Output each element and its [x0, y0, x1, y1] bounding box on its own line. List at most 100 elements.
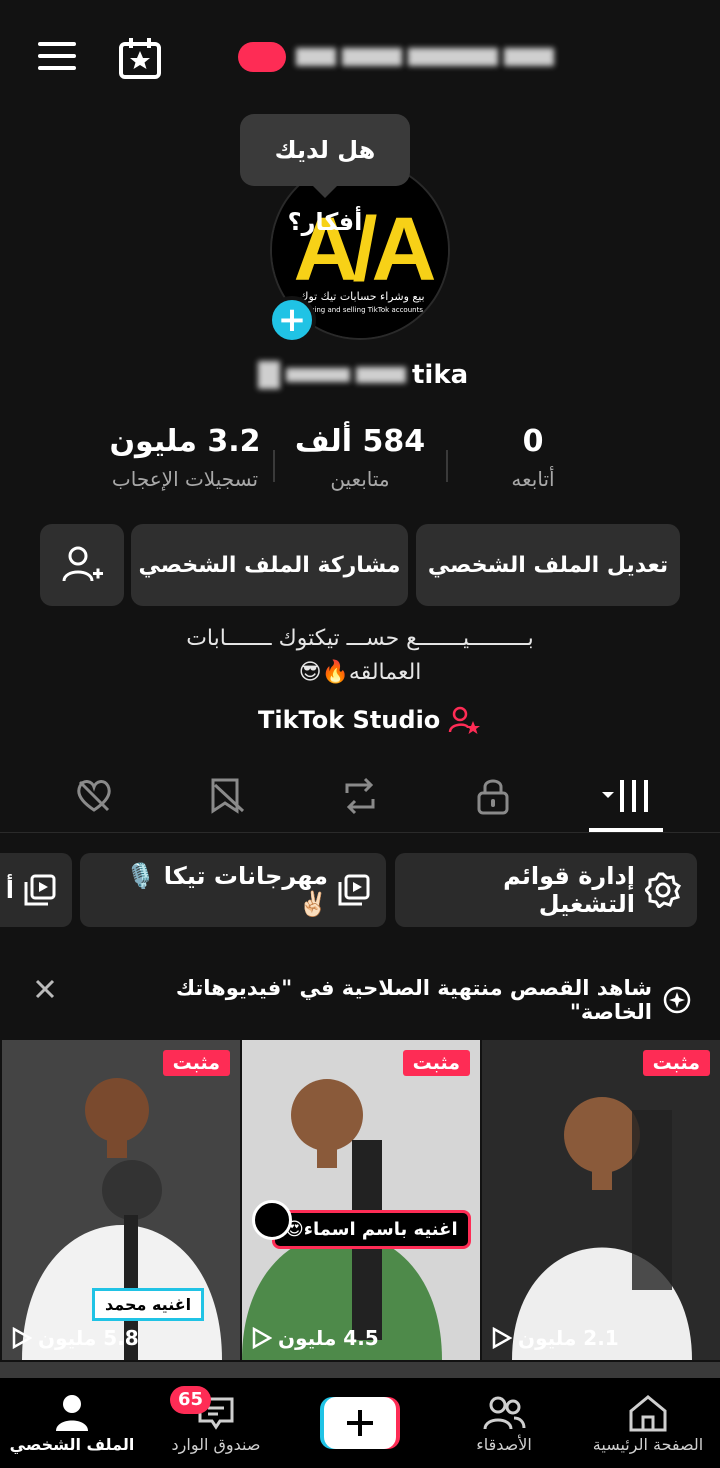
add-story-button[interactable]: +: [268, 296, 316, 344]
manage-playlists-chip[interactable]: إدارة قوائم التشغيل: [395, 853, 697, 927]
video-caption: اغنيه محمد: [105, 1295, 192, 1314]
view-count: 4.5 مليون: [252, 1326, 379, 1350]
following-count: 0: [522, 424, 544, 459]
plus-icon: [320, 1397, 400, 1449]
following-label: أتابعه: [511, 467, 555, 491]
share-profile-button[interactable]: مشاركة الملف الشخصي: [131, 524, 408, 606]
expired-stories-notice[interactable]: شاهد القصص منتهية الصلاحية في "فيديوهاتك…: [130, 976, 692, 1024]
video-grid: مثبت 2.1 مليون اغنيه باسم اسماء😍 مثبت 4.…: [0, 1040, 720, 1360]
edit-profile-button[interactable]: تعديل الملف الشخصي: [416, 524, 680, 606]
ideas-tooltip[interactable]: هل لديك أفكار؟: [240, 114, 410, 236]
blurred-name: [296, 48, 554, 66]
video-caption-box: اغنيه باسم اسماء😍: [272, 1210, 471, 1249]
play-icon: [12, 1327, 32, 1349]
hamburger-icon[interactable]: [38, 40, 76, 72]
video-thumbnail[interactable]: اغنيه محمد مثبت 5.8 مليون: [2, 1040, 240, 1360]
tab-private[interactable]: [426, 756, 559, 836]
live-indicator: [238, 42, 286, 72]
home-icon: [627, 1393, 669, 1433]
tab-reposts[interactable]: [293, 756, 426, 836]
nav-home[interactable]: الصفحة الرئيسية: [576, 1378, 720, 1468]
likes-count: 3.2 مليون: [109, 424, 261, 459]
sparkle-circle-icon: [662, 985, 692, 1015]
play-icon: [252, 1327, 272, 1349]
tabs-divider: [0, 832, 720, 833]
blurred-username: [258, 361, 406, 389]
studio-label: TikTok Studio: [258, 706, 441, 734]
video-thumbnail[interactable]: اغنيه باسم اسماء😍 مثبت 4.5 مليون: [242, 1040, 480, 1360]
view-count: 5.8 مليون: [12, 1326, 139, 1350]
playlist-chip-partial[interactable]: أ: [0, 853, 72, 927]
nav-friends[interactable]: الأصدقاء: [432, 1378, 576, 1468]
bottom-nav: الملف الشخصي صندوق الوارد 65 الأصدقاء ال: [0, 1378, 720, 1468]
gear-icon: [645, 872, 681, 908]
stat-following[interactable]: 0 أتابعه: [480, 424, 586, 491]
profile-username: tika: [258, 360, 468, 390]
playlist-chip[interactable]: مهرجانات تيكا 🎙️✌🏻: [80, 853, 386, 927]
likes-label: تسجيلات الإعجاب: [111, 467, 259, 491]
bookmark-off-icon: [207, 777, 247, 815]
notice-text: شاهد القصص منتهية الصلاحية في "فيديوهاتك…: [175, 976, 652, 1024]
view-count-text: 4.5 مليون: [278, 1326, 379, 1350]
tab-favorites[interactable]: [160, 756, 293, 836]
stat-divider: [446, 450, 448, 482]
profile-icon: [54, 1393, 90, 1433]
inbox-badge: 65: [170, 1386, 212, 1414]
view-count-text: 5.8 مليون: [38, 1326, 139, 1350]
nav-create[interactable]: [288, 1378, 432, 1468]
stat-divider: [273, 450, 275, 482]
close-icon: [34, 978, 56, 1000]
video-thumbnail[interactable]: مثبت 2.1 مليون: [482, 1040, 720, 1360]
video-art: [482, 1040, 720, 1360]
bio-line-1: بـــــــــيـــــــع حســـ تيكتوك ـــــــ…: [186, 626, 534, 651]
nav-profile-label: الملف الشخصي: [9, 1434, 135, 1454]
header-username-blurred[interactable]: [238, 42, 554, 72]
nav-inbox-label: صندوق الوارد: [171, 1434, 261, 1454]
nav-home-label: الصفحة الرئيسية: [592, 1434, 704, 1454]
playlist-label: مهرجانات تيكا 🎙️✌🏻: [125, 862, 328, 918]
playlist-icon: [338, 874, 370, 906]
play-icon: [492, 1327, 512, 1349]
followers-count: 584 ألف: [294, 424, 426, 459]
nav-friends-label: الأصدقاء: [476, 1434, 532, 1454]
followers-label: متابعين: [330, 467, 390, 491]
tiktok-studio-link[interactable]: TikTok Studio: [258, 704, 481, 736]
username-suffix: tika: [412, 360, 469, 390]
nav-profile[interactable]: الملف الشخصي: [0, 1378, 144, 1468]
stat-followers[interactable]: 584 ألف متابعين: [290, 424, 430, 491]
view-count-text: 2.1 مليون: [518, 1326, 619, 1350]
close-notice-button[interactable]: [34, 978, 56, 1000]
videos-grid-icon: [600, 778, 652, 814]
bio-line-2: العمالقه🔥😎: [298, 660, 422, 685]
nav-inbox[interactable]: صندوق الوارد 65: [144, 1378, 288, 1468]
view-count: 2.1 مليون: [492, 1326, 619, 1350]
heart-eye-off-icon: [74, 778, 114, 814]
content-tabs: [27, 756, 692, 836]
stat-likes[interactable]: 3.2 مليون تسجيلات الإعجاب: [100, 424, 270, 491]
tiktok-logo-icon: [252, 1200, 292, 1240]
playlist-label: أ: [5, 876, 14, 904]
tab-videos[interactable]: [559, 756, 692, 836]
tab-liked[interactable]: [27, 756, 160, 836]
manage-playlists-label: إدارة قوائم التشغيل: [503, 862, 635, 918]
user-star-icon: [448, 704, 481, 736]
svg-text:Buying and selling TikTok acco: Buying and selling TikTok accounts: [301, 306, 423, 314]
svg-text:بيع وشراء حسابات تيك توك: بيع وشراء حسابات تيك توك: [299, 290, 424, 303]
pinned-badge: مثبت: [162, 1050, 230, 1076]
add-friend-button[interactable]: [40, 524, 124, 606]
repost-icon: [339, 777, 381, 815]
add-user-icon: [60, 543, 104, 587]
plus-icon: +: [277, 300, 307, 340]
lock-icon: [476, 777, 510, 815]
playlist-icon: [24, 874, 56, 906]
pinned-badge: مثبت: [402, 1050, 470, 1076]
video-caption-box: اغنيه محمد: [92, 1288, 205, 1321]
video-caption: اغنيه باسم اسماء😍: [285, 1219, 458, 1240]
pinned-badge: مثبت: [642, 1050, 710, 1076]
edit-profile-label: تعديل الملف الشخصي: [427, 552, 669, 578]
create-button[interactable]: [320, 1397, 400, 1449]
bio: بـــــــــيـــــــع حســـ تيكتوك ـــــــ…: [120, 622, 600, 690]
calendar-star-icon[interactable]: [118, 36, 162, 80]
share-profile-label: مشاركة الملف الشخصي: [138, 552, 401, 578]
friends-icon: [482, 1393, 526, 1433]
